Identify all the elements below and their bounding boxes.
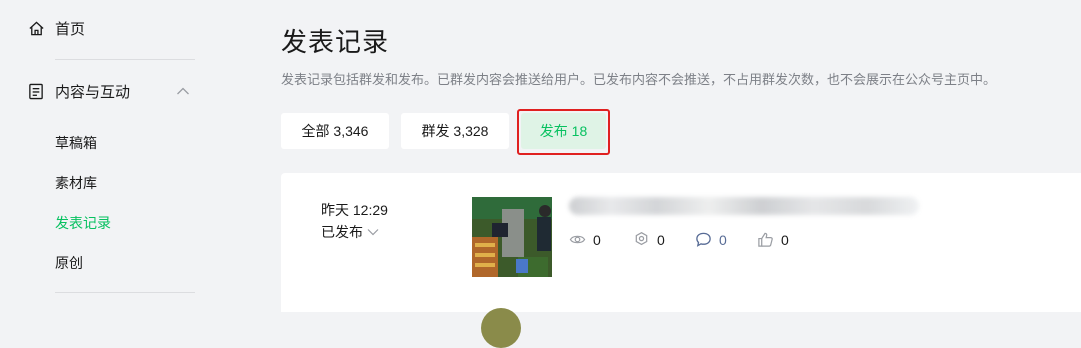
chevron-down-icon — [367, 229, 379, 236]
sidebar-item-publish-records[interactable]: 发表记录 — [55, 213, 111, 233]
sidebar-item-home[interactable]: 首页 — [28, 17, 85, 39]
sidebar: 首页 内容与互动 草稿箱 素材库 发表记录 原创 — [0, 0, 228, 312]
home-icon — [29, 20, 44, 35]
chevron-up-icon[interactable] — [176, 86, 190, 96]
thumbs-up-icon — [758, 232, 773, 247]
article-thumbnail[interactable] — [472, 197, 552, 277]
sidebar-item-label: 首页 — [55, 20, 86, 38]
document-icon — [29, 83, 43, 99]
record-status-dropdown[interactable]: 已发布 — [321, 222, 379, 242]
stat-views: 0 — [569, 231, 601, 248]
divider — [55, 292, 195, 293]
share-icon — [635, 231, 648, 246]
page-description: 发表记录包括群发和发布。已群发内容会推送给用户。已发布内容不会推送，不占用群发次… — [281, 72, 997, 87]
sidebar-item-drafts[interactable]: 草稿箱 — [55, 133, 97, 153]
tab-all[interactable]: 全部 3,346 — [281, 113, 389, 149]
stat-shares: 0 — [633, 231, 665, 248]
record-time: 昨天 12:29 — [321, 202, 388, 218]
stat-shares-value: 0 — [657, 231, 665, 248]
record-status-label: 已发布 — [321, 224, 363, 240]
thumbnail-image — [472, 197, 552, 277]
records-panel: 昨天 12:29 已发布 0 0 0 0 — [281, 173, 1081, 348]
highlight-box — [517, 109, 610, 155]
next-record-thumbnail — [481, 308, 521, 348]
sidebar-group-content[interactable]: 内容与互动 — [28, 80, 198, 102]
stat-views-value: 0 — [593, 231, 601, 248]
article-title-redacted[interactable] — [569, 197, 919, 215]
sidebar-group-label: 内容与互动 — [55, 83, 131, 101]
divider — [55, 59, 195, 60]
eye-icon — [569, 235, 586, 244]
comment-icon — [696, 232, 711, 247]
sidebar-item-materials[interactable]: 素材库 — [55, 173, 97, 193]
sidebar-item-original[interactable]: 原创 — [55, 253, 83, 273]
page-title: 发表记录 — [281, 27, 390, 57]
stat-comments-value: 0 — [719, 231, 727, 248]
stat-likes-value: 0 — [781, 231, 789, 248]
tab-mass-send[interactable]: 群发 3,328 — [401, 113, 509, 149]
stat-comments: 0 — [695, 231, 727, 248]
stat-likes: 0 — [757, 231, 789, 248]
